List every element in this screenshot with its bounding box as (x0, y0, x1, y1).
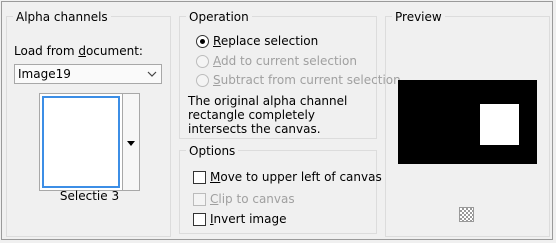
preview-background-toggle-icon[interactable] (459, 207, 474, 222)
subtract-from-selection-radio[interactable]: Subtract from current selection (196, 72, 401, 88)
alpha-channels-group: Alpha channels Load from document: Image… (6, 9, 171, 237)
options-group: Options Move to upper left of canvas Cli… (179, 143, 382, 234)
operation-title: Operation (186, 9, 252, 25)
alpha-channels-title: Alpha channels (13, 9, 111, 25)
radio-checked-icon (196, 34, 209, 48)
invert-image-label: Invert image (210, 212, 287, 226)
clip-to-canvas-label: Clip to canvas (210, 192, 295, 206)
add-to-selection-label: Add to current selection (213, 54, 357, 68)
alpha-channel-thumbnail[interactable] (39, 93, 123, 191)
preview-title: Preview (392, 9, 445, 25)
clip-to-canvas-checkbox[interactable]: Clip to canvas (193, 191, 295, 207)
replace-selection-radio[interactable]: Replace selection (196, 33, 318, 49)
checkbox-icon (193, 170, 206, 184)
checkbox-icon (193, 212, 206, 226)
operation-group: Operation Replace selection Add to curre… (179, 9, 401, 139)
add-to-selection-radio[interactable]: Add to current selection (196, 53, 357, 69)
checkbox-icon (193, 192, 206, 206)
replace-selection-label: Replace selection (213, 34, 319, 48)
preview-group: Preview (385, 9, 550, 237)
radio-icon (196, 54, 209, 68)
selection-name: Selectie 3 (59, 189, 120, 203)
thumbnail-dropdown-button[interactable] (123, 93, 140, 191)
chevron-down-icon (147, 71, 157, 77)
radio-icon (196, 73, 209, 87)
thumbnail-selected-frame (42, 96, 120, 188)
subtract-from-selection-label: Subtract from current selection (213, 73, 401, 87)
document-select[interactable]: Image19 (14, 64, 162, 84)
options-title: Options (186, 143, 239, 159)
load-from-document-label: Load from document: (14, 44, 143, 58)
move-to-upper-left-label: Move to upper left of canvas (210, 170, 382, 184)
move-to-upper-left-checkbox[interactable]: Move to upper left of canvas (193, 169, 382, 185)
invert-image-checkbox[interactable]: Invert image (193, 211, 286, 227)
operation-description: The original alpha channel rectangle com… (188, 94, 348, 136)
preview-selection (480, 104, 519, 145)
document-select-value: Image19 (18, 67, 71, 81)
dropdown-arrow-icon (127, 141, 135, 146)
preview-canvas (398, 80, 537, 164)
